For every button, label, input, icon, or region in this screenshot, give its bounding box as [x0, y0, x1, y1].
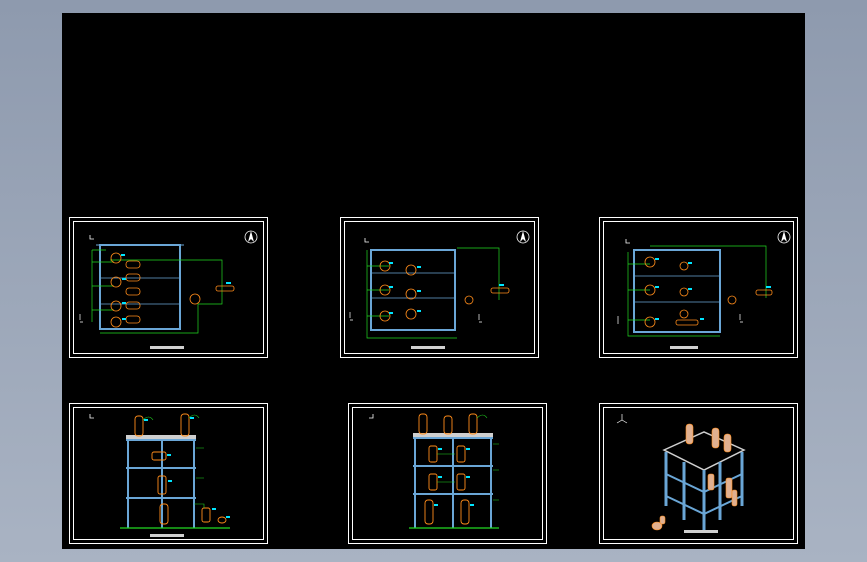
elevation-drawing-2 [369, 413, 499, 529]
section-mark-icon [625, 239, 630, 244]
plan-sheet-2[interactable] [340, 217, 539, 358]
section-mark-icon [89, 235, 94, 240]
north-arrow-icon [516, 230, 530, 244]
plan-drawing-1 [79, 230, 258, 349]
plan-drawing-2 [349, 230, 530, 349]
drawing-canvas[interactable] [62, 13, 805, 549]
sheet-title [150, 534, 184, 537]
axis-mark-icon [616, 414, 628, 424]
sheet-title [670, 346, 698, 349]
plan-sheet-3[interactable] [599, 217, 798, 358]
sheet-title [411, 346, 445, 349]
north-arrow-icon [777, 230, 791, 244]
plan-sheet-1[interactable] [69, 217, 268, 358]
elevation-sheet-2[interactable] [348, 403, 547, 544]
north-arrow-icon [244, 230, 258, 244]
sheet-title [684, 530, 718, 533]
elevation-sheet-1[interactable] [69, 403, 268, 544]
elevation-drawing-1 [89, 413, 230, 537]
section-mark-icon [364, 238, 369, 243]
isometric-sheet[interactable] [599, 403, 798, 544]
section-mark-icon [89, 414, 94, 419]
section-mark-icon [369, 414, 374, 419]
plan-drawing-3 [617, 230, 791, 349]
sheet-title [150, 346, 184, 349]
isometric-drawing [616, 414, 746, 533]
